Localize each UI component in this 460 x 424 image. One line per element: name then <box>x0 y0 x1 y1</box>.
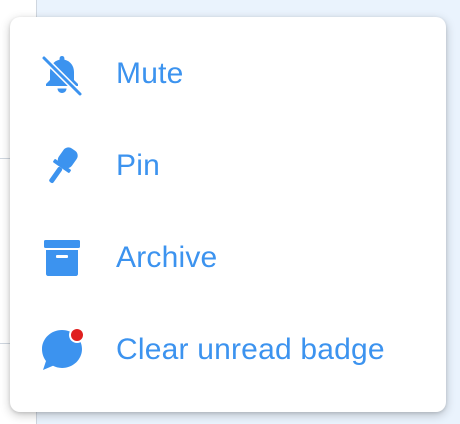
menu-item-pin[interactable]: Pin <box>10 120 446 212</box>
menu-item-clear-unread-badge[interactable]: Clear unread badge <box>10 304 446 396</box>
bell-off-icon <box>38 50 86 98</box>
menu-item-mute[interactable]: Mute <box>10 28 446 120</box>
context-menu: Mute Pin Archive Clear unread badge <box>10 17 446 412</box>
menu-item-label: Archive <box>116 241 218 274</box>
menu-item-label: Pin <box>116 149 160 182</box>
pin-icon <box>38 142 86 190</box>
menu-item-label: Mute <box>116 57 184 90</box>
menu-item-label: Clear unread badge <box>116 333 385 366</box>
archive-icon <box>38 234 86 282</box>
menu-item-archive[interactable]: Archive <box>10 212 446 304</box>
chat-bubble-badge-icon <box>38 326 86 374</box>
